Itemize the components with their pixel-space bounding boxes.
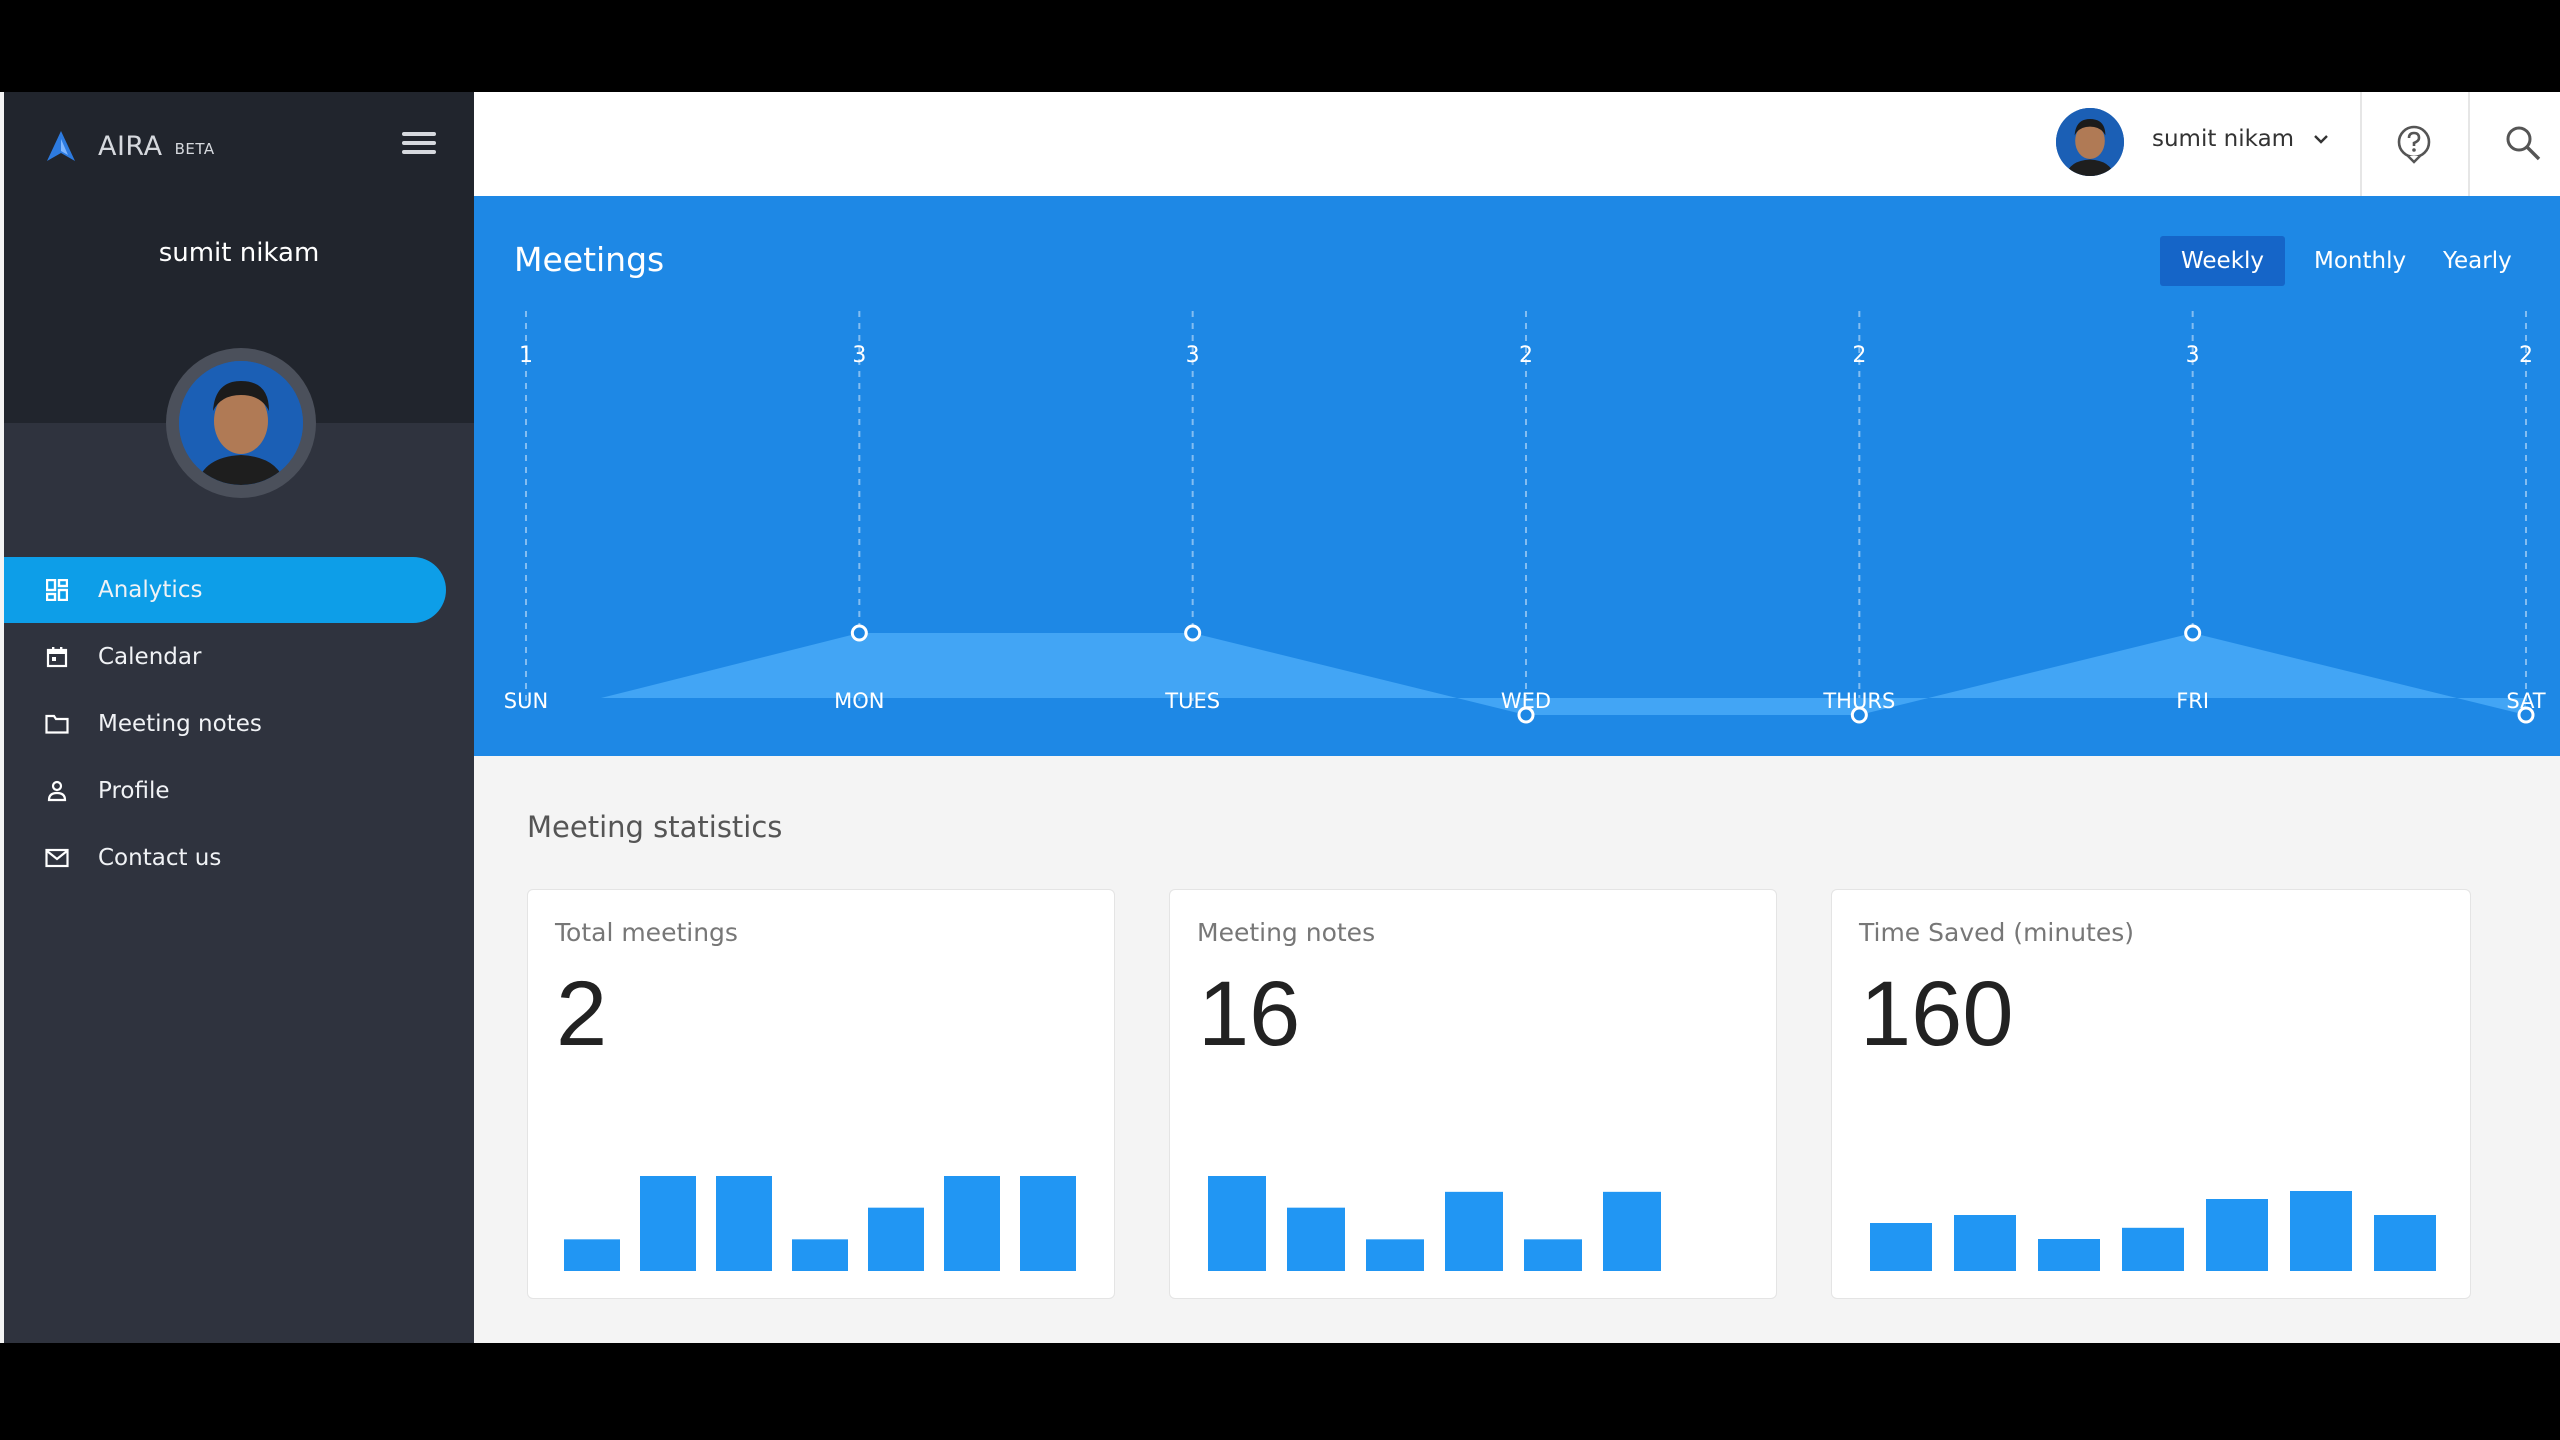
brand-name: AIRA	[98, 130, 163, 162]
period-tab-weekly[interactable]: Weekly	[2160, 236, 2286, 286]
data-point	[1184, 624, 1202, 642]
x-tick-label: FRI	[2176, 689, 2209, 713]
sidebar-item-label: Meeting notes	[98, 711, 262, 737]
data-label: 3	[2186, 343, 2200, 368]
avatar-photo	[2056, 108, 2124, 176]
sidebar-item-meeting-notes[interactable]: Meeting notes	[4, 691, 474, 757]
meetings-panel: 1 SUN 3 MON 3 TUES 2 WED 2 THURS 3 FRI 2 SAT Meetings…	[474, 196, 2560, 756]
top-header: sumit nikam	[474, 92, 2560, 196]
sidebar-item-label: Calendar	[98, 644, 202, 670]
mini-bar	[2374, 1215, 2436, 1271]
header-avatar[interactable]	[2056, 108, 2124, 176]
mini-bar-chart	[564, 1176, 1076, 1271]
person-icon	[44, 778, 70, 804]
meetings-title: Meetings	[514, 240, 665, 279]
mini-bar	[1366, 1239, 1424, 1271]
menu-icon[interactable]	[402, 132, 436, 158]
mini-bar	[716, 1176, 772, 1271]
mini-bar	[944, 1176, 1000, 1271]
mini-bar	[2122, 1227, 2184, 1271]
dashboard-icon	[44, 577, 70, 603]
stat-card-time-saved: Time Saved (minutes) 160	[1831, 889, 2471, 1299]
sidebar-nav: Analytics Calendar Meeting notes Profile	[4, 557, 474, 892]
mini-bar	[2206, 1199, 2268, 1271]
area-series	[601, 633, 2526, 715]
mini-bar	[564, 1239, 620, 1271]
data-point	[850, 624, 868, 642]
help-icon[interactable]	[2394, 124, 2434, 164]
data-point	[1850, 706, 1868, 724]
mini-bar	[1954, 1215, 2016, 1271]
data-label: 2	[1519, 343, 1533, 368]
app-window: AIRA BETA sumit nikam Analytics Calendar…	[0, 92, 2560, 1343]
data-label: 1	[519, 343, 533, 368]
chevron-down-icon[interactable]	[2310, 128, 2332, 150]
mini-bar	[1287, 1207, 1345, 1271]
mini-bar	[2290, 1191, 2352, 1271]
mini-bar	[1870, 1223, 1932, 1271]
sidebar-item-contact-us[interactable]: Contact us	[4, 825, 474, 891]
sidebar-avatar[interactable]	[166, 348, 316, 498]
data-label: 3	[1186, 343, 1200, 368]
divider	[2468, 92, 2470, 196]
beta-badge: BETA	[174, 140, 215, 158]
sidebar-user-name: sumit nikam	[158, 238, 320, 268]
statistics-title: Meeting statistics	[527, 810, 783, 844]
calendar-icon	[44, 644, 70, 670]
search-icon[interactable]	[2504, 124, 2542, 162]
x-tick-label: MON	[834, 689, 884, 713]
aira-logo-icon	[47, 131, 75, 161]
sidebar-item-label: Contact us	[98, 845, 222, 871]
mini-bar	[868, 1207, 924, 1271]
data-point	[2517, 706, 2535, 724]
mini-bar	[1020, 1176, 1076, 1271]
x-tick-label: SUN	[504, 689, 548, 713]
sidebar-item-label: Profile	[98, 778, 170, 804]
avatar-photo	[179, 361, 303, 485]
mini-bar	[1524, 1239, 1582, 1271]
sidebar: AIRA BETA sumit nikam Analytics Calendar…	[4, 92, 474, 1343]
mini-bar-chart	[1870, 1191, 2436, 1271]
stat-card-total-meetings: Total meetings 2	[527, 889, 1115, 1299]
folder-icon	[44, 711, 70, 737]
data-label: 2	[2519, 343, 2533, 368]
data-label: 2	[1852, 343, 1866, 368]
mini-bar	[1208, 1176, 1266, 1271]
mini-bar	[640, 1176, 696, 1271]
header-user-name[interactable]: sumit nikam	[2152, 126, 2294, 152]
sidebar-item-profile[interactable]: Profile	[4, 758, 474, 824]
mini-bar	[2038, 1239, 2100, 1271]
stat-card-meeting-notes: Meeting notes 16	[1169, 889, 1777, 1299]
data-point	[2184, 624, 2202, 642]
data-label: 3	[852, 343, 866, 368]
period-tab-yearly[interactable]: Yearly	[2422, 236, 2533, 286]
sidebar-item-calendar[interactable]: Calendar	[4, 624, 474, 690]
sidebar-item-label: Analytics	[98, 577, 203, 603]
divider	[2360, 92, 2362, 196]
mini-bar-chart	[1208, 1176, 1661, 1271]
x-tick-label: TUES	[1164, 689, 1220, 713]
data-point	[1517, 706, 1535, 724]
mail-icon	[44, 845, 70, 871]
sidebar-item-analytics[interactable]: Analytics	[4, 557, 446, 623]
mini-bar	[792, 1239, 848, 1271]
period-tab-monthly[interactable]: Monthly	[2293, 236, 2427, 286]
mini-bar	[1445, 1191, 1503, 1271]
brand[interactable]: AIRA BETA	[44, 124, 215, 168]
mini-bar	[1603, 1191, 1661, 1271]
